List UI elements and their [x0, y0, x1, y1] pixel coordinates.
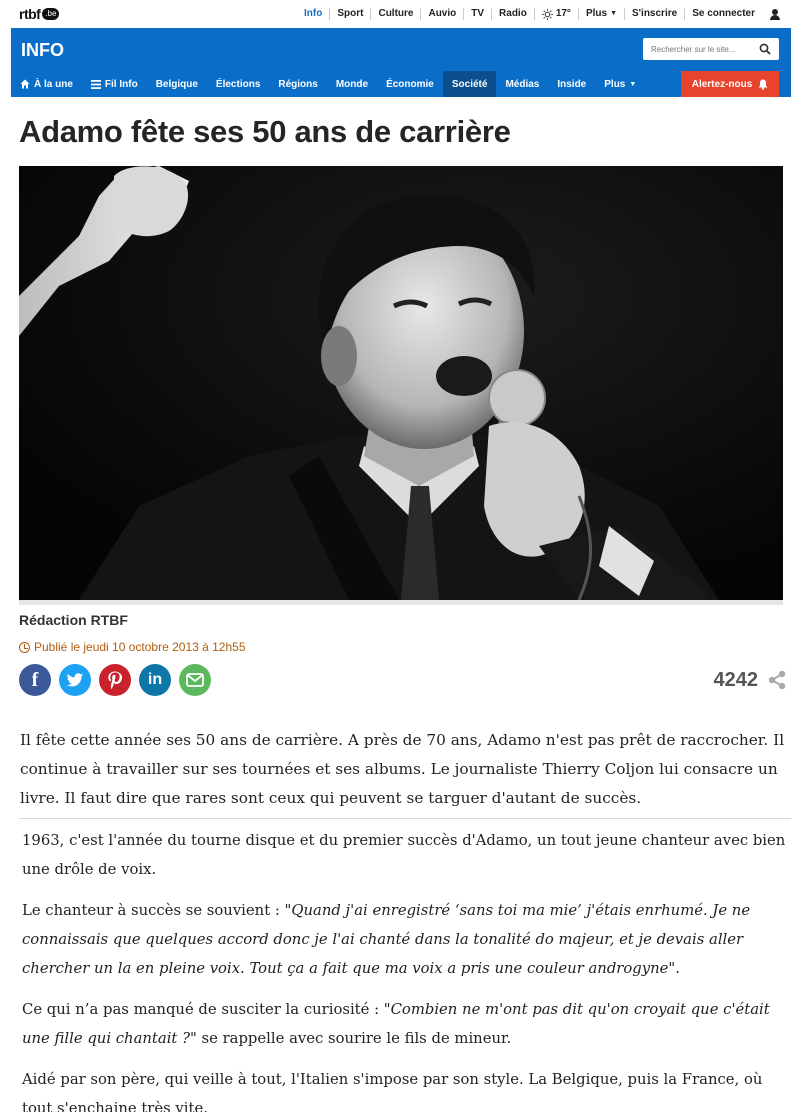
nav-item-elections[interactable]: Élections [207, 71, 269, 97]
nav-item-medias[interactable]: Médias [496, 71, 548, 97]
topnav-sport[interactable]: Sport [329, 8, 370, 20]
article-lead: Il fête cette année ses 50 ans de carriè… [20, 731, 785, 807]
signup-link[interactable]: S'inscrire [624, 8, 684, 20]
nav-item-plus[interactable]: Plus ▼ [595, 71, 645, 97]
weather-temp: 17° [555, 8, 571, 19]
nav-item-societe[interactable]: Société [442, 71, 497, 97]
topnav-auvio[interactable]: Auvio [420, 8, 463, 20]
article-body: 1963, c'est l'année du tourne disque et … [22, 826, 790, 1112]
divider [19, 818, 791, 819]
publish-date-text: Publié le jeudi 10 octobre 2013 à 12h55 [34, 640, 246, 654]
chevron-down-icon: ▼ [610, 10, 617, 17]
twitter-share-button[interactable] [59, 664, 91, 696]
login-link[interactable]: Se connecter [684, 8, 762, 20]
share-count: 4242 [713, 669, 759, 691]
sun-icon [541, 8, 553, 20]
article-paragraph: 1963, c'est l'année du tourne disque et … [22, 832, 786, 878]
alert-label: Alertez-nous [691, 78, 753, 90]
facebook-share-button[interactable]: f [19, 664, 51, 696]
search-icon[interactable] [759, 43, 771, 55]
article-paragraph: Ce qui n’a pas manqué de susciter la cur… [22, 995, 790, 1053]
nav-item-label: Fil Info [104, 78, 138, 90]
linkedin-share-button[interactable]: in [139, 664, 171, 696]
section-header: INFO [11, 28, 791, 71]
nav-item-label: Plus [604, 78, 626, 90]
nav-item-inside[interactable]: Inside [548, 71, 595, 97]
topnav-more-label: Plus [585, 8, 608, 19]
search-input[interactable] [643, 38, 751, 60]
search-box [643, 38, 779, 60]
twitter-icon [66, 672, 84, 686]
topnav-info[interactable]: Info [297, 8, 329, 20]
singer-photo-illustration [19, 166, 783, 600]
weather-widget[interactable]: 17° [533, 8, 578, 20]
article-photo [19, 166, 783, 600]
article-headline: Adamo fête ses 50 ans de carrière [19, 114, 511, 149]
nav-item-regions[interactable]: Régions [269, 71, 326, 97]
chevron-down-icon: ▼ [629, 80, 637, 88]
paragraph-text: Le chanteur à succès se souvient : " [22, 902, 292, 919]
linkedin-icon: in [147, 671, 163, 688]
nav-item-label: À la une [34, 78, 73, 90]
publish-date: Publié le jeudi 10 octobre 2013 à 12h55 [19, 640, 246, 654]
article-paragraph: Aidé par son père, qui veille à tout, l'… [22, 1071, 763, 1112]
article-paragraph: Le chanteur à succès se souvient : "Quan… [22, 896, 790, 983]
envelope-icon [186, 673, 204, 687]
section-title[interactable]: INFO [21, 40, 64, 61]
pinterest-share-button[interactable] [99, 664, 131, 696]
facebook-icon: f [31, 668, 39, 691]
pinterest-icon [108, 671, 123, 689]
article-author[interactable]: Rédaction RTBF [19, 612, 128, 628]
alert-us-button[interactable]: Alertez-nous [681, 71, 779, 97]
nav-item-a-la-une[interactable]: À la une [11, 71, 82, 97]
paragraph-text: Ce qui n’a pas manqué de susciter la cur… [22, 1001, 384, 1018]
home-icon [20, 79, 30, 89]
topnav-radio[interactable]: Radio [491, 8, 534, 20]
email-share-button[interactable] [179, 664, 211, 696]
user-icon[interactable] [770, 8, 780, 20]
nav-item-monde[interactable]: Monde [327, 71, 377, 97]
top-bar: rtbf .be Info Sport Culture Auvio TV Rad… [0, 0, 802, 28]
clock-icon [19, 641, 30, 653]
list-icon [90, 79, 101, 89]
logo-text: rtbf [19, 6, 41, 22]
topnav-more[interactable]: Plus ▼ [577, 8, 624, 20]
top-nav: Info Sport Culture Auvio TV Radio 17° Pl… [297, 0, 780, 28]
photo-caption-strip [19, 600, 783, 605]
bell-icon [758, 79, 768, 90]
logo-badge: .be [42, 8, 60, 20]
topnav-culture[interactable]: Culture [370, 8, 420, 20]
paragraph-text: se rappelle avec sourire le fils de mine… [196, 1030, 512, 1047]
nav-item-belgique[interactable]: Belgique [147, 71, 207, 97]
share-icon[interactable] [767, 670, 787, 690]
main-nav: À la une Fil Info Belgique Élections Rég… [11, 71, 791, 97]
rtbf-logo[interactable]: rtbf .be [19, 6, 60, 22]
nav-item-fil-info[interactable]: Fil Info [82, 71, 147, 97]
nav-item-economie[interactable]: Économie [377, 71, 443, 97]
topnav-tv[interactable]: TV [463, 8, 491, 20]
share-buttons: f in [19, 664, 211, 696]
